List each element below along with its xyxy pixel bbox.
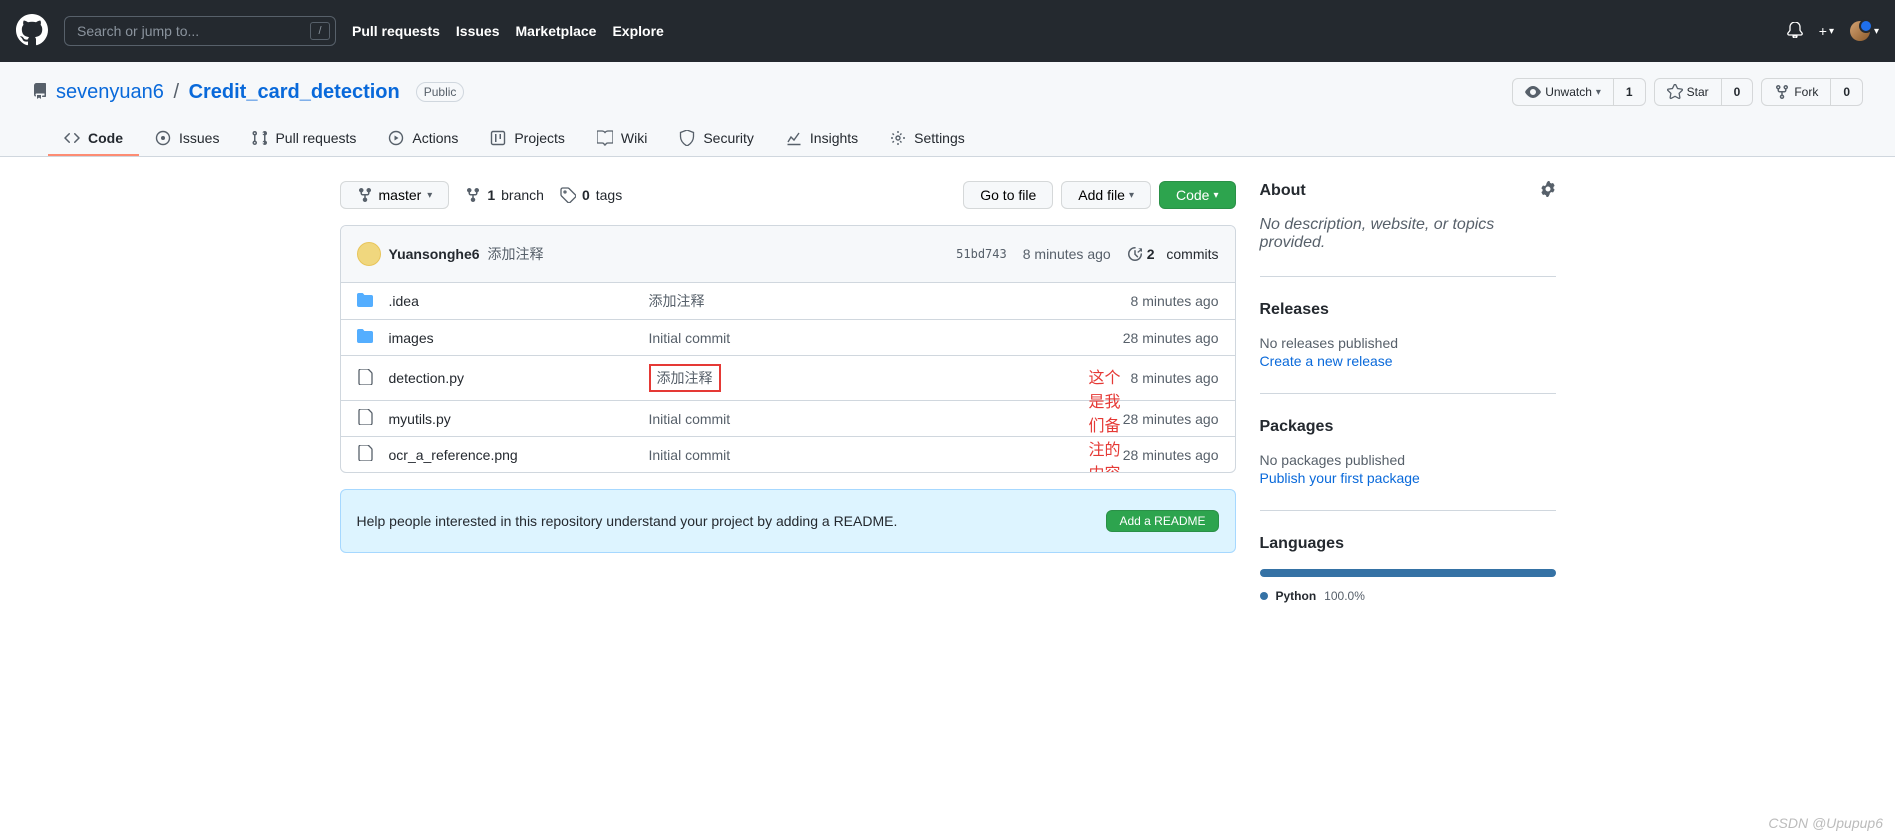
commit-author[interactable]: Yuansonghe6 bbox=[389, 246, 480, 262]
packages-heading: Packages bbox=[1260, 418, 1334, 436]
file-time: 8 minutes ago bbox=[1131, 370, 1219, 386]
file-icon bbox=[357, 409, 373, 428]
latest-commit: Yuansonghe6 添加注释 51bd743 8 minutes ago 2… bbox=[341, 226, 1235, 283]
file-name-link[interactable]: myutils.py bbox=[389, 411, 451, 427]
file-row: myutils.py Initial commit 28 minutes ago bbox=[341, 401, 1235, 437]
github-logo[interactable] bbox=[16, 14, 48, 49]
goto-file-button[interactable]: Go to file bbox=[963, 181, 1053, 209]
code-button[interactable]: Code▾ bbox=[1159, 181, 1236, 209]
file-row: .idea 添加注释 8 minutes ago bbox=[341, 283, 1235, 320]
releases-none: No releases published bbox=[1260, 335, 1556, 351]
nav-explore[interactable]: Explore bbox=[612, 23, 663, 39]
repo-icon bbox=[32, 83, 48, 102]
unwatch-button[interactable]: Unwatch▾ bbox=[1512, 78, 1614, 106]
slash-hint: / bbox=[310, 22, 330, 40]
tab-insights[interactable]: Insights bbox=[770, 122, 874, 156]
about-description: No description, website, or topics provi… bbox=[1260, 216, 1556, 252]
file-name-link[interactable]: ocr_a_reference.png bbox=[389, 447, 518, 463]
packages-none: No packages published bbox=[1260, 452, 1556, 468]
file-commit-link[interactable]: 添加注释 bbox=[649, 293, 705, 309]
watch-group: Unwatch▾ 1 bbox=[1512, 78, 1645, 106]
star-count[interactable]: 0 bbox=[1722, 78, 1754, 106]
star-button[interactable]: Star bbox=[1654, 78, 1722, 106]
file-row: detection.py 添加注释这个是我们备注的内容 8 minutes ag… bbox=[341, 356, 1235, 401]
file-time: 28 minutes ago bbox=[1123, 411, 1219, 427]
create-menu[interactable]: +▾ bbox=[1819, 23, 1834, 39]
file-commit-link[interactable]: Initial commit bbox=[649, 447, 731, 463]
file-name-link[interactable]: images bbox=[389, 330, 434, 346]
tab-wiki[interactable]: Wiki bbox=[581, 122, 663, 156]
file-time: 28 minutes ago bbox=[1123, 330, 1219, 346]
tab-security[interactable]: Security bbox=[663, 122, 770, 156]
about-settings-icon[interactable] bbox=[1540, 181, 1556, 200]
fork-group: Fork 0 bbox=[1761, 78, 1863, 106]
visibility-badge: Public bbox=[416, 82, 465, 102]
fork-button[interactable]: Fork bbox=[1761, 78, 1831, 106]
commit-time: 8 minutes ago bbox=[1023, 246, 1111, 262]
nav-pull-requests[interactable]: Pull requests bbox=[352, 23, 440, 39]
repo-link[interactable]: Credit_card_detection bbox=[189, 81, 400, 103]
commits-link[interactable]: 2 commits bbox=[1127, 246, 1219, 262]
file-commit-link[interactable]: Initial commit bbox=[649, 330, 731, 346]
readme-text: Help people interested in this repositor… bbox=[357, 513, 898, 529]
create-release-link[interactable]: Create a new release bbox=[1260, 353, 1393, 369]
commit-avatar bbox=[357, 242, 381, 266]
file-time: 28 minutes ago bbox=[1123, 447, 1219, 463]
tab-issues[interactable]: Issues bbox=[139, 122, 235, 156]
user-menu[interactable]: ▾ bbox=[1850, 21, 1879, 41]
owner-link[interactable]: sevenyuan6 bbox=[56, 81, 164, 103]
search-wrap: / bbox=[64, 16, 336, 46]
star-group: Star 0 bbox=[1654, 78, 1754, 106]
repo-header: sevenyuan6 / Credit_card_detection Publi… bbox=[0, 62, 1895, 157]
search-input[interactable] bbox=[64, 16, 336, 46]
tab-settings[interactable]: Settings bbox=[874, 122, 981, 156]
file-name-link[interactable]: .idea bbox=[389, 293, 419, 309]
branch-select[interactable]: master▾ bbox=[340, 181, 450, 209]
path-separator: / bbox=[173, 81, 179, 103]
language-dot bbox=[1260, 592, 1268, 600]
file-icon bbox=[357, 445, 373, 464]
tab-pull-requests[interactable]: Pull requests bbox=[235, 122, 372, 156]
fork-count[interactable]: 0 bbox=[1831, 78, 1863, 106]
repo-tabs: Code Issues Pull requests Actions Projec… bbox=[32, 122, 1863, 156]
file-commit-link[interactable]: Initial commit bbox=[649, 411, 731, 427]
commit-message[interactable]: 添加注释 bbox=[488, 244, 544, 264]
languages-heading: Languages bbox=[1260, 535, 1344, 553]
folder-icon bbox=[357, 328, 373, 347]
sidebar: About No description, website, or topics… bbox=[1260, 181, 1556, 651]
branches-link[interactable]: 1 branch bbox=[465, 187, 544, 203]
file-commit-link[interactable]: 添加注释这个是我们备注的内容 bbox=[649, 370, 721, 386]
file-time: 8 minutes ago bbox=[1131, 293, 1219, 309]
file-name-link[interactable]: detection.py bbox=[389, 370, 465, 386]
readme-prompt: Help people interested in this repositor… bbox=[340, 489, 1236, 553]
language-item[interactable]: Python100.0% bbox=[1260, 589, 1556, 603]
watermark: CSDN @Upupup6 bbox=[1768, 815, 1883, 831]
notifications-icon[interactable] bbox=[1787, 22, 1803, 41]
nav-marketplace[interactable]: Marketplace bbox=[516, 23, 597, 39]
add-file-button[interactable]: Add file▾ bbox=[1061, 181, 1151, 209]
avatar bbox=[1850, 21, 1870, 41]
tab-code[interactable]: Code bbox=[48, 122, 139, 156]
publish-package-link[interactable]: Publish your first package bbox=[1260, 470, 1420, 486]
file-row: images Initial commit 28 minutes ago bbox=[341, 320, 1235, 356]
language-bar bbox=[1260, 569, 1556, 577]
repo-path: sevenyuan6 / Credit_card_detection bbox=[56, 81, 400, 104]
about-heading: About bbox=[1260, 182, 1306, 200]
folder-icon bbox=[357, 292, 373, 311]
tab-actions[interactable]: Actions bbox=[372, 122, 474, 156]
add-readme-button[interactable]: Add a README bbox=[1106, 510, 1218, 532]
watch-count[interactable]: 1 bbox=[1614, 78, 1646, 106]
tags-link[interactable]: 0 tags bbox=[560, 187, 622, 203]
nav-issues[interactable]: Issues bbox=[456, 23, 500, 39]
tab-projects[interactable]: Projects bbox=[474, 122, 581, 156]
file-row: ocr_a_reference.png Initial commit 28 mi… bbox=[341, 437, 1235, 472]
commit-sha[interactable]: 51bd743 bbox=[956, 247, 1007, 261]
global-nav: Pull requests Issues Marketplace Explore bbox=[352, 23, 664, 39]
global-header: / Pull requests Issues Marketplace Explo… bbox=[0, 0, 1895, 62]
file-nav: master▾ 1 branch 0 tags Go to file Add f… bbox=[340, 181, 1236, 209]
releases-heading: Releases bbox=[1260, 301, 1329, 319]
file-listing: Yuansonghe6 添加注释 51bd743 8 minutes ago 2… bbox=[340, 225, 1236, 473]
file-icon bbox=[357, 369, 373, 388]
